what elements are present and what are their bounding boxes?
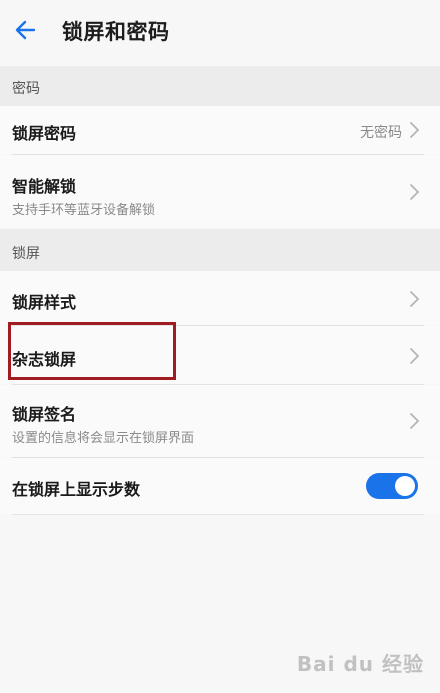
row-title: 在锁屏上显示步数 — [12, 480, 141, 499]
row-smart-unlock[interactable]: 智能解锁 支持手环等蓝牙设备解锁 — [0, 155, 440, 227]
row-title: 锁屏样式 — [12, 293, 77, 312]
row-lock-style[interactable]: 锁屏样式 — [0, 271, 440, 325]
row-subtitle: 设置的信息将会显示在锁屏界面 — [12, 431, 195, 446]
row-value: 无密码 — [360, 125, 402, 141]
chevron-right-icon — [410, 122, 420, 138]
row-lock-signature[interactable]: 锁屏签名 设置的信息将会显示在锁屏界面 — [0, 385, 440, 457]
toggle-knob — [395, 476, 415, 496]
watermark-logo: Bai du 经验 — [296, 652, 424, 676]
section-header-password: 密码 — [0, 66, 440, 106]
highlight-annotation-box — [8, 322, 176, 380]
page-title: 锁屏和密码 — [62, 20, 170, 44]
chevron-right-icon — [410, 291, 420, 307]
row-subtitle: 支持手环等蓝牙设备解锁 — [12, 203, 156, 218]
row-title: 智能解锁 — [12, 177, 77, 196]
section-label: 锁屏 — [12, 246, 40, 262]
settings-page: 锁屏和密码 密码 锁屏密码 无密码 智能解锁 支持手环等蓝牙设备解锁 锁屏 锁屏… — [0, 0, 440, 693]
chevron-right-icon — [410, 184, 420, 200]
row-title: 锁屏密码 — [12, 124, 77, 143]
back-arrow-icon[interactable] — [12, 16, 40, 44]
row-show-steps: 在锁屏上显示步数 — [0, 458, 440, 514]
section-label: 密码 — [12, 81, 40, 97]
chevron-right-icon — [410, 413, 420, 429]
row-title: 锁屏签名 — [12, 405, 77, 424]
section-header-lockscreen: 锁屏 — [0, 229, 440, 271]
divider — [12, 514, 424, 515]
row-lock-password[interactable]: 锁屏密码 无密码 — [0, 106, 440, 154]
app-header: 锁屏和密码 — [0, 0, 440, 60]
chevron-right-icon — [410, 348, 420, 364]
show-steps-toggle[interactable] — [366, 473, 418, 499]
